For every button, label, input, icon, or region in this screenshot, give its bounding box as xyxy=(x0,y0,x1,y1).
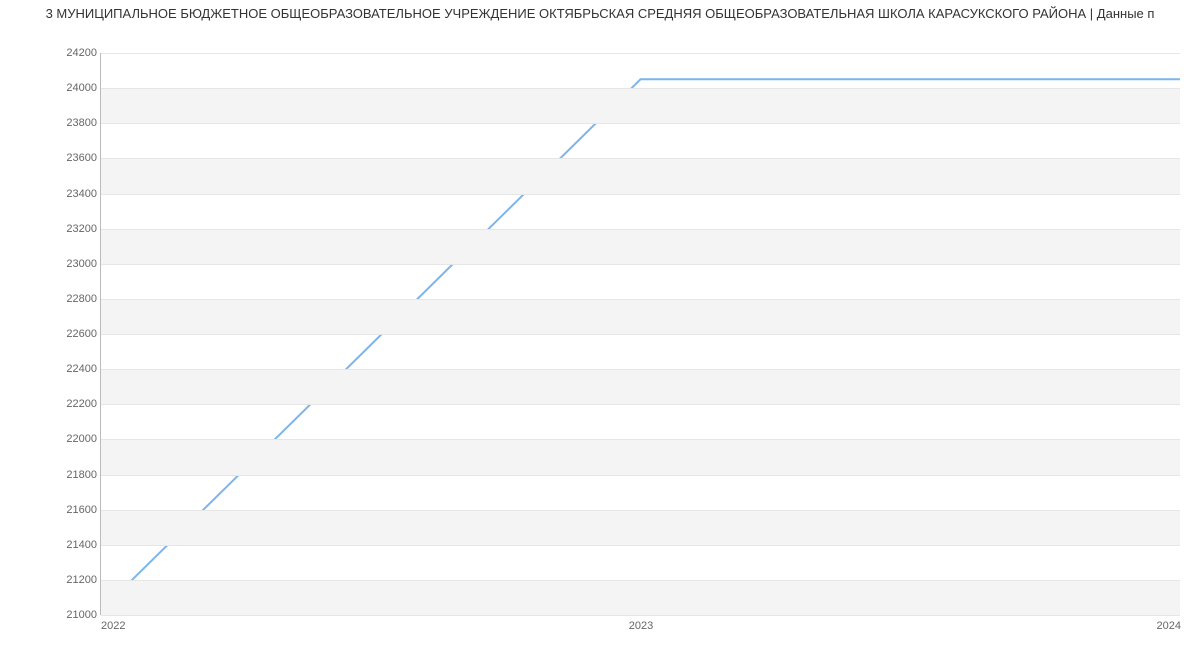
grid-line xyxy=(101,404,1180,405)
plot-area: 2100021200214002160021800220002220022400… xyxy=(100,53,1180,615)
grid-band xyxy=(101,158,1180,193)
grid-band xyxy=(101,229,1180,264)
grid-line xyxy=(101,439,1180,440)
y-tick-label: 21200 xyxy=(53,574,97,586)
y-tick-label: 21800 xyxy=(53,469,97,481)
y-tick-label: 24200 xyxy=(53,47,97,59)
grid-band xyxy=(101,510,1180,545)
grid-band xyxy=(101,369,1180,404)
x-tick-label: 2022 xyxy=(101,620,125,632)
y-tick-label: 24000 xyxy=(53,82,97,94)
y-tick-label: 22400 xyxy=(53,363,97,375)
grid-line xyxy=(101,264,1180,265)
grid-line xyxy=(101,53,1180,54)
grid-line xyxy=(101,545,1180,546)
grid-line xyxy=(101,229,1180,230)
grid-line xyxy=(101,158,1180,159)
grid-band xyxy=(101,439,1180,474)
y-tick-label: 23200 xyxy=(53,223,97,235)
grid-line xyxy=(101,510,1180,511)
x-tick-label: 2024 xyxy=(1157,620,1181,632)
x-tick-label: 2023 xyxy=(629,620,653,632)
grid-band xyxy=(101,88,1180,123)
grid-band xyxy=(101,580,1180,615)
y-tick-label: 21400 xyxy=(53,539,97,551)
y-tick-label: 21000 xyxy=(53,609,97,621)
grid-line xyxy=(101,123,1180,124)
y-tick-label: 22600 xyxy=(53,328,97,340)
y-tick-label: 23000 xyxy=(53,258,97,270)
grid-line xyxy=(101,299,1180,300)
y-tick-label: 23600 xyxy=(53,152,97,164)
chart-title: 3 МУНИЦИПАЛЬНОЕ БЮДЖЕТНОЕ ОБЩЕОБРАЗОВАТЕ… xyxy=(0,0,1200,23)
grid-line xyxy=(101,88,1180,89)
y-tick-label: 22800 xyxy=(53,293,97,305)
grid-line xyxy=(101,194,1180,195)
grid-line xyxy=(101,334,1180,335)
grid-line xyxy=(101,475,1180,476)
y-tick-label: 22200 xyxy=(53,398,97,410)
grid-line xyxy=(101,615,1180,616)
y-tick-label: 23400 xyxy=(53,188,97,200)
grid-band xyxy=(101,299,1180,334)
y-tick-label: 22000 xyxy=(53,433,97,445)
y-tick-label: 21600 xyxy=(53,504,97,516)
chart-container: 21000 21200 21400 21600 21800 22000 22200 22400… xyxy=(0,23,1200,643)
grid-line xyxy=(101,580,1180,581)
grid-line xyxy=(101,369,1180,370)
y-tick-label: 23800 xyxy=(53,117,97,129)
